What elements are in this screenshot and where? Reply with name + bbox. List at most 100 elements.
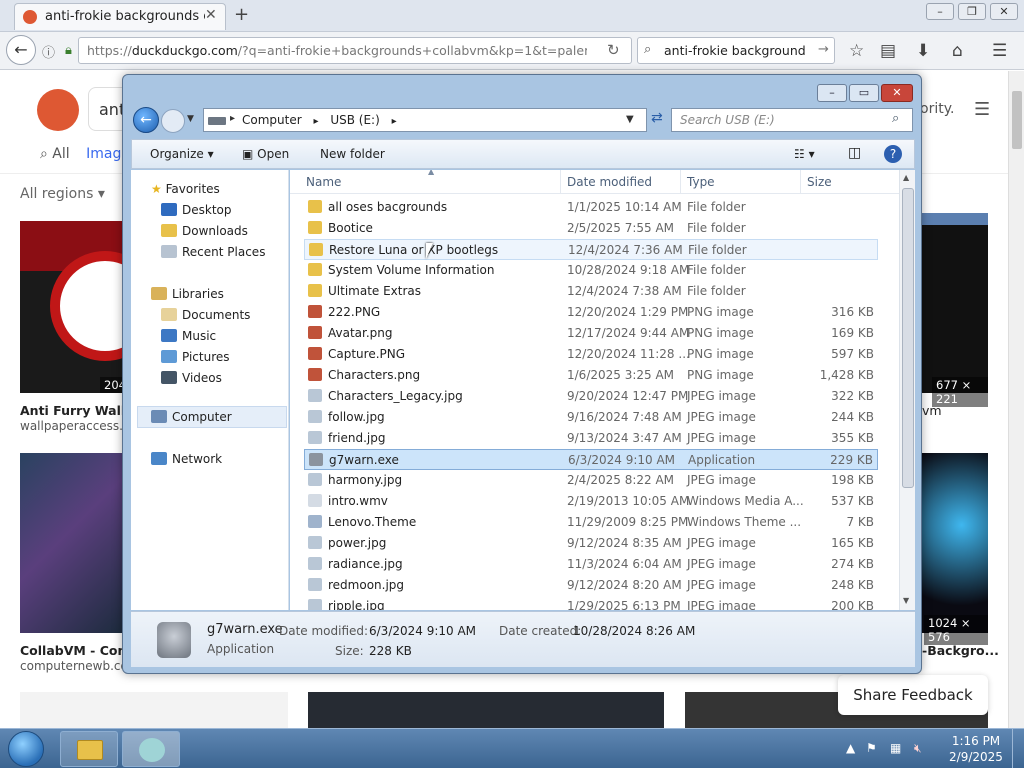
file-row[interactable]: Avatar.png 12/17/2024 9:44 AM PNG image 169… [304, 323, 878, 344]
url-bar[interactable]: 🔒︎ https://duckduckgo.com/?q=anti-frokie… [65, 37, 632, 64]
region-select[interactable]: All regions ▾ [20, 186, 105, 202]
reader-icon[interactable]: ▤ [880, 41, 896, 61]
network-tray-icon[interactable]: ▦ [890, 741, 901, 755]
preview-pane-icon[interactable]: ◫ [848, 145, 861, 161]
history-chevron-icon[interactable]: ▼ [187, 114, 194, 124]
file-row[interactable]: Characters_Legacy.jpg 9/20/2024 12:47 PM J… [304, 386, 878, 407]
file-row[interactable]: harmony.jpg 2/4/2025 8:22 AM JPEG image 198… [304, 470, 878, 491]
menu-icon[interactable]: ☰ [992, 41, 1007, 61]
column-type[interactable]: Type [687, 175, 715, 189]
page-menu-icon[interactable]: ☰ [974, 99, 990, 120]
file-row[interactable]: Capture.PNG 12/20/2024 11:28 ... PNG image… [304, 344, 878, 365]
details-name: g7warn.exe [207, 622, 283, 637]
file-row[interactable]: Characters.png 1/6/2025 3:25 AM PNG image 1… [304, 365, 878, 386]
column-size[interactable]: Size [807, 175, 832, 189]
scrollbar-thumb[interactable] [902, 188, 914, 488]
explorer-maximize-button[interactable]: ▭ [849, 84, 879, 102]
file-row[interactable]: all oses bacgrounds 1/1/2025 10:14 AM File… [304, 197, 878, 218]
file-row[interactable]: Lenovo.Theme 11/29/2009 8:25 PM Windows Th… [304, 512, 878, 533]
file-row[interactable]: Ultimate Extras 12/4/2024 7:38 AM File fol… [304, 281, 878, 302]
nav-recent-places[interactable]: Recent Places [161, 245, 265, 259]
view-options-icon[interactable]: ☷ ▾ [794, 147, 815, 161]
image-result-thumb[interactable] [20, 692, 288, 728]
explorer-search-input[interactable]: Search USB (E:) ⌕ [671, 108, 913, 132]
organize-button[interactable]: Organize ▾ [150, 147, 214, 161]
info-icon[interactable]: ⓘ [42, 42, 55, 61]
system-clock[interactable]: 1:16 PM 2/9/2025 [946, 733, 1006, 765]
open-button[interactable]: ▣ Open [242, 147, 289, 161]
file-row[interactable]: friend.jpg 9/13/2024 3:47 AM JPEG image 355… [304, 428, 878, 449]
back-icon[interactable]: ← [133, 107, 159, 133]
address-bar[interactable]: ▸ Computer ▸ USB (E:) ▸ ▼ [203, 108, 647, 132]
taskbar-palemoon[interactable] [122, 731, 180, 767]
nav-computer[interactable]: Computer [151, 410, 232, 424]
browser-tab[interactable]: anti-frokie backgrounds col ✕ [14, 3, 226, 30]
taskbar-explorer[interactable] [60, 731, 118, 767]
breadcrumb-usb[interactable]: USB (E:) [330, 113, 379, 127]
nav-network[interactable]: Network [151, 452, 222, 466]
tab-all[interactable]: All [52, 146, 69, 162]
nav-music[interactable]: Music [161, 329, 216, 343]
file-row[interactable]: intro.wmv 2/19/2013 10:05 AM Windows Media… [304, 491, 878, 512]
file-row[interactable]: g7warn.exe 6/3/2024 9:10 AM Application 229… [304, 449, 878, 470]
file-row[interactable]: redmoon.jpg 9/12/2024 8:20 AM JPEG image 24… [304, 575, 878, 596]
new-tab-icon[interactable]: + [234, 4, 249, 25]
file-row[interactable]: follow.jpg 9/16/2024 7:48 AM JPEG image 244… [304, 407, 878, 428]
nav-pictures[interactable]: Pictures [161, 350, 230, 364]
scrollbar-thumb[interactable] [1012, 91, 1022, 149]
search-bar[interactable]: ⌕ anti-frokie background → [637, 37, 835, 64]
nav-videos[interactable]: Videos [161, 371, 222, 385]
page-scrollbar[interactable] [1008, 71, 1024, 728]
nav-desktop[interactable]: Desktop [161, 203, 232, 217]
volume-muted-icon[interactable]: 🔇︎ [914, 741, 922, 756]
start-button[interactable] [8, 731, 44, 767]
arrow-right-icon[interactable]: → [818, 42, 829, 57]
forward-icon[interactable] [161, 109, 185, 133]
refresh-icon[interactable]: ⇄ [651, 110, 669, 130]
nav-libraries[interactable]: Libraries [151, 287, 224, 301]
result-title[interactable]: -Backgro... [922, 643, 999, 658]
help-icon[interactable]: ? [884, 145, 902, 163]
home-icon[interactable]: ⌂ [952, 41, 963, 61]
minimize-button[interactable]: – [926, 3, 954, 20]
restore-button[interactable]: ❐ [958, 3, 986, 20]
duckduckgo-logo[interactable] [37, 89, 79, 131]
show-hidden-icons[interactable]: ▲ [846, 741, 855, 755]
share-feedback-button[interactable]: Share Feedback [838, 675, 988, 715]
star-icon[interactable]: ☆ [849, 41, 864, 61]
file-row[interactable]: Bootice 2/5/2025 7:55 AM File folder [304, 218, 878, 239]
image-result-thumb[interactable]: 204 [20, 221, 160, 393]
column-name[interactable]: Name [306, 175, 341, 189]
close-tab-icon[interactable]: ✕ [205, 7, 217, 23]
image-result-thumb[interactable]: 1024 × 576 [922, 453, 988, 645]
file-row[interactable]: radiance.jpg 11/3/2024 6:04 AM JPEG image 2… [304, 554, 878, 575]
image-result-thumb[interactable] [308, 692, 664, 728]
explorer-close-button[interactable]: ✕ [881, 84, 913, 102]
reload-icon[interactable]: ↻ [607, 41, 620, 59]
nav-favorites[interactable]: ★ Favorites [151, 182, 220, 196]
tab-images[interactable]: Imag [86, 146, 121, 162]
dropdown-icon[interactable]: ▼ [626, 114, 634, 125]
file-row[interactable]: System Volume Information 10/28/2024 9:18… [304, 260, 878, 281]
action-center-flag-icon[interactable]: ⚑ [866, 741, 877, 755]
scroll-down-icon[interactable]: ▼ [903, 596, 909, 605]
result-title[interactable]: vm [922, 403, 942, 418]
image-result-thumb[interactable]: 677 × 221 [922, 221, 988, 407]
nav-downloads[interactable]: Downloads [161, 224, 248, 238]
breadcrumb-computer[interactable]: Computer [242, 113, 302, 127]
file-row[interactable]: 222.PNG 12/20/2024 1:29 PM PNG image 316 KB [304, 302, 878, 323]
close-window-button[interactable]: ✕ [990, 3, 1018, 20]
image-result-thumb[interactable] [20, 453, 124, 633]
column-date-modified[interactable]: Date modified [567, 175, 652, 189]
back-icon[interactable]: ← [6, 35, 36, 65]
new-folder-button[interactable]: New folder [320, 147, 385, 161]
file-row[interactable]: Restore Luna or XP bootlegs 12/4/2024 7:3… [304, 239, 878, 260]
download-icon[interactable]: ⬇ [916, 41, 930, 61]
file-list-scrollbar[interactable]: ▲ ▼ [899, 170, 915, 610]
explorer-minimize-button[interactable]: – [817, 84, 847, 102]
file-row[interactable]: ripple.jpg 1/29/2025 6:13 PM JPEG image 200… [304, 596, 878, 610]
show-desktop-button[interactable] [1012, 729, 1024, 768]
nav-documents[interactable]: Documents [161, 308, 250, 322]
file-row[interactable]: power.jpg 9/12/2024 8:35 AM JPEG image 165 … [304, 533, 878, 554]
scroll-up-icon[interactable]: ▲ [903, 173, 909, 182]
